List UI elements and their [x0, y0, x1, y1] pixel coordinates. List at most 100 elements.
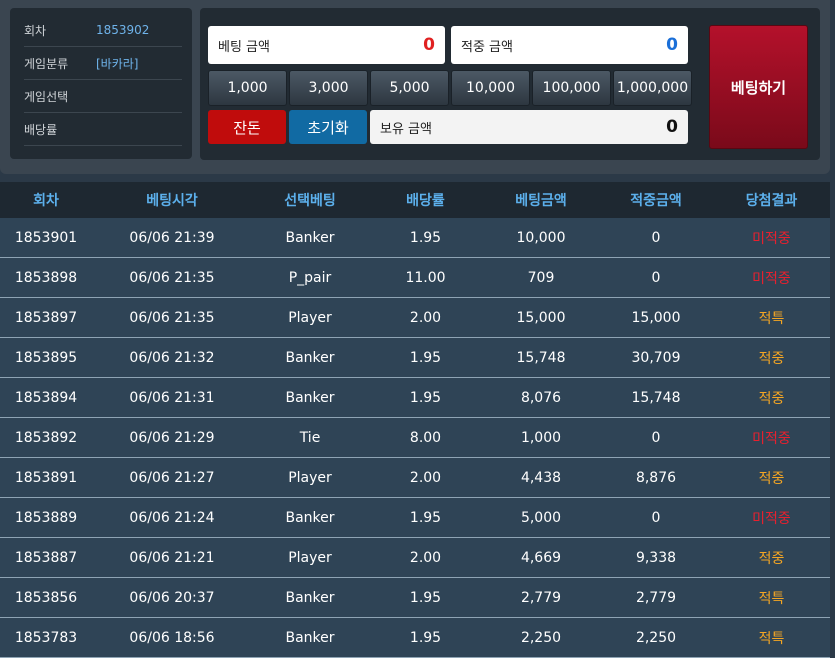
- bet-amount-cell: 15,748: [516, 349, 566, 366]
- bet-time-cell: 06/06 21:39: [129, 229, 215, 246]
- round-cell: 1853897: [14, 309, 78, 326]
- bet-time-cell: 06/06 21:29: [129, 429, 215, 446]
- table-row: 1853783 06/06 18:56 Banker 1.95 2,250 2,250 적특: [0, 618, 830, 658]
- bet-amount-cell: 5,000: [520, 509, 562, 526]
- bet-control-panel: 회차 1853902 게임분류 [바카라] 게임선택 배당률 베팅 금액 0 적…: [0, 0, 830, 174]
- bet-time-cell: 06/06 21:27: [129, 469, 215, 486]
- column-header: 적중금액: [630, 193, 682, 209]
- round-cell: 1853891: [14, 469, 78, 486]
- win-amount-cell: 9,338: [635, 549, 677, 566]
- bet-amount-cell: 709: [527, 269, 555, 286]
- change-button[interactable]: 잔돈: [208, 110, 286, 144]
- win-amount-cell: 2,250: [635, 629, 677, 646]
- result-cell: 적중: [758, 350, 785, 367]
- win-amount-cell: 0: [651, 269, 661, 286]
- table-row: 1853889 06/06 21:24 Banker 1.95 5,000 0 미적중: [0, 498, 830, 538]
- result-cell: 적중: [758, 470, 785, 487]
- win-amount-label: 적중 금액: [461, 39, 513, 55]
- info-label: 배당률: [24, 122, 58, 137]
- odds-cell: 2.00: [409, 469, 442, 486]
- bet-amount-cell: 2,250: [520, 629, 562, 646]
- chip-button-5000[interactable]: 5,000: [370, 70, 449, 106]
- info-row-selection: 게임선택: [24, 80, 182, 113]
- round-cell: 1853783: [14, 629, 78, 646]
- column-header: 베팅시각: [146, 193, 198, 209]
- bet-amount-cell: 8,076: [520, 389, 562, 406]
- bet-amount-cell: 15,000: [516, 309, 566, 326]
- odds-cell: 1.95: [409, 389, 442, 406]
- selection-cell: P_pair: [288, 269, 332, 286]
- odds-cell: 1.95: [409, 629, 442, 646]
- selection-cell: Tie: [299, 429, 321, 446]
- bet-time-cell: 06/06 21:32: [129, 349, 215, 366]
- round-number: 1853902: [96, 23, 150, 37]
- game-category: [바카라]: [96, 56, 139, 71]
- odds-cell: 8.00: [409, 429, 442, 446]
- bet-amount-cell: 4,669: [520, 549, 562, 566]
- balance-field: 보유 금액 0: [370, 110, 688, 144]
- table-row: 1853856 06/06 20:37 Banker 1.95 2,779 2,779 적특: [0, 578, 830, 618]
- game-info-box: 회차 1853902 게임분류 [바카라] 게임선택 배당률: [10, 8, 192, 159]
- chip-button-3000[interactable]: 3,000: [289, 70, 368, 106]
- chip-button-10000[interactable]: 10,000: [451, 70, 530, 106]
- table-row: 1853891 06/06 21:27 Player 2.00 4,438 8,876 적중: [0, 458, 830, 498]
- table-row: 1853887 06/06 21:21 Player 2.00 4,669 9,338 적중: [0, 538, 830, 578]
- result-cell: 적특: [758, 590, 785, 607]
- odds-cell: 1.95: [409, 349, 442, 366]
- chip-buttons: 1,000 3,000 5,000 10,000 100,000 1,000,0…: [208, 70, 692, 106]
- selection-cell: Banker: [285, 629, 335, 646]
- bet-time-cell: 06/06 21:24: [129, 509, 215, 526]
- win-amount-cell: 15,000: [631, 309, 681, 326]
- bet-time-cell: 06/06 18:56: [129, 629, 215, 646]
- selection-cell: Player: [288, 469, 332, 486]
- odds-cell: 2.00: [409, 549, 442, 566]
- bet-time-cell: 06/06 20:37: [129, 589, 215, 606]
- table-row: 1853898 06/06 21:35 P_pair 11.00 709 0 미적중: [0, 258, 830, 298]
- table-row: 1853897 06/06 21:35 Player 2.00 15,000 15,000…: [0, 298, 830, 338]
- round-cell: 1853889: [14, 509, 78, 526]
- balance-label: 보유 금액: [380, 121, 432, 137]
- chip-button-1000[interactable]: 1,000: [208, 70, 287, 106]
- bet-time-cell: 06/06 21:31: [129, 389, 215, 406]
- selection-cell: Banker: [285, 229, 335, 246]
- win-amount-cell: 30,709: [631, 349, 681, 366]
- odds-cell: 11.00: [405, 269, 446, 286]
- table-row: 1853894 06/06 21:31 Banker 1.95 8,076 15,748 적…: [0, 378, 830, 418]
- column-header: 베팅금액: [515, 193, 567, 209]
- odds-cell: 1.95: [409, 509, 442, 526]
- round-cell: 1853894: [14, 389, 78, 406]
- column-header: 당첨결과: [745, 193, 798, 209]
- history-table-header: 회차 베팅시각 선택베팅 배당률 베팅금액 적중금액 당첨결과: [0, 182, 830, 218]
- bet-amount-cell: 1,000: [520, 429, 562, 446]
- result-cell: 적특: [758, 630, 785, 647]
- history-table-body: 1853901 06/06 21:39 Banker 1.95 10,000 0 미적중 18…: [0, 218, 830, 658]
- odds-cell: 1.95: [409, 229, 442, 246]
- place-bet-button[interactable]: 베팅하기: [709, 25, 808, 149]
- chip-button-1000000[interactable]: 1,000,000: [613, 70, 692, 106]
- win-amount-value: 0: [666, 35, 678, 55]
- reset-button[interactable]: 초기화: [289, 110, 367, 144]
- info-label: 게임선택: [24, 89, 69, 104]
- info-label: 회차: [24, 23, 47, 38]
- bet-time-cell: 06/06 21:35: [129, 309, 215, 326]
- round-cell: 1853856: [14, 589, 78, 606]
- win-amount-cell: 8,876: [635, 469, 677, 486]
- selection-cell: Banker: [285, 589, 335, 606]
- win-amount-cell: 15,748: [631, 389, 681, 406]
- bet-box: 베팅 금액 0 적중 금액 0 1,000 3,000 5,000 10,000…: [200, 8, 820, 160]
- selection-cell: Banker: [285, 349, 335, 366]
- bet-amount-cell: 10,000: [516, 229, 566, 246]
- result-cell: 적중: [758, 390, 785, 407]
- round-cell: 1853895: [14, 349, 78, 366]
- result-cell: 미적중: [752, 510, 791, 527]
- result-cell: 미적중: [752, 430, 791, 447]
- result-cell: 미적중: [752, 270, 791, 287]
- bet-time-cell: 06/06 21:35: [129, 269, 215, 286]
- selection-cell: Banker: [285, 389, 335, 406]
- round-cell: 1853901: [14, 229, 78, 246]
- bet-amount-field[interactable]: 베팅 금액 0: [208, 26, 445, 64]
- chip-button-100000[interactable]: 100,000: [532, 70, 611, 106]
- info-label: 게임분류: [24, 56, 69, 71]
- column-header: 선택베팅: [284, 193, 336, 209]
- info-row-category: 게임분류 [바카라]: [24, 47, 182, 80]
